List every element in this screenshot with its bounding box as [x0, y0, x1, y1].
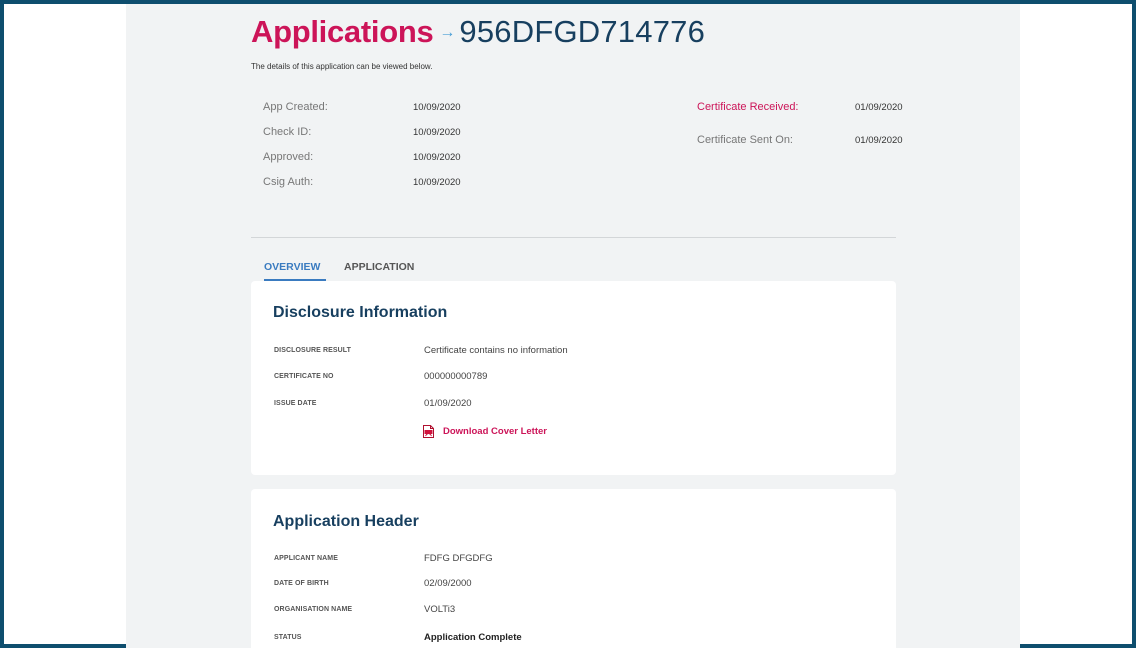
field-label: CERTIFICATE NO — [274, 373, 334, 380]
field-label: DISCLOSURE RESULT — [274, 347, 352, 354]
meta-value: 10/09/2020 — [413, 177, 461, 188]
field-label: APPLICANT NAME — [274, 555, 339, 562]
tab-overview[interactable]: OVERVIEW — [264, 261, 326, 281]
meta-value: 10/09/2020 — [413, 127, 461, 138]
download-cover-letter-label[interactable]: Download Cover Letter — [443, 426, 547, 437]
meta-value: 10/09/2020 — [413, 102, 461, 113]
status-value: Application Complete — [424, 632, 522, 643]
meta-value: 10/09/2020 — [413, 152, 461, 163]
meta-label: Check ID: — [263, 126, 312, 138]
tab-application[interactable]: APPLICATION — [344, 261, 414, 281]
meta-label: Csig Auth: — [263, 176, 314, 188]
disclosure-card-title: Disclosure Information — [273, 304, 448, 321]
meta-label-highlight: Certificate Received: — [697, 101, 799, 113]
field-label: ISSUE DATE — [274, 400, 317, 407]
meta-label: Certificate Sent On: — [697, 134, 793, 146]
window-frame: Applications → 956DFGD714776 The details o… — [0, 0, 1136, 648]
page-container: Applications → 956DFGD714776 The details o… — [126, 4, 1020, 648]
field-certificate-no: CERTIFICATE NO 000000000789 — [274, 371, 874, 385]
field-applicant-name: APPLICANT NAME FDFG DFGDFG — [274, 553, 874, 567]
arrow-right-icon: → — [439, 24, 456, 41]
page-title: Applications → 956DFGD714776 — [251, 14, 705, 50]
field-value: VOLTi3 — [424, 604, 456, 615]
field-label: DATE OF BIRTH — [274, 580, 329, 587]
application-id: 956DFGD714776 — [459, 14, 706, 49]
field-value: FDFG DFGDFG — [424, 553, 493, 564]
meta-label: App Created: — [263, 101, 328, 113]
field-value: Certificate contains no information — [424, 345, 568, 356]
field-issue-date: ISSUE DATE 01/09/2020 — [274, 398, 874, 412]
field-value: 000000000789 — [424, 371, 488, 382]
field-status: STATUS Application Complete — [274, 632, 874, 646]
breadcrumb-applications[interactable]: Applications — [251, 14, 434, 49]
field-disclosure-result: DISCLOSURE RESULT Certificate contains n… — [274, 345, 874, 359]
field-organisation-name: ORGANISATION NAME VOLTi3 — [274, 604, 874, 618]
field-date-of-birth: DATE OF BIRTH 02/09/2000 — [274, 578, 874, 592]
field-label: STATUS — [274, 634, 302, 641]
meta-value: 01/09/2020 — [855, 102, 903, 113]
field-value: 01/09/2020 — [424, 398, 472, 409]
field-value: 02/09/2000 — [424, 578, 472, 589]
meta-value: 01/09/2020 — [855, 135, 903, 146]
page-subtitle: The details of this application can be v… — [251, 62, 433, 71]
disclosure-card: Disclosure Information DISCLOSURE RESULT… — [251, 281, 896, 475]
pdf-file-icon — [423, 425, 434, 438]
application-header-card: Application Header APPLICANT NAME FDFG D… — [251, 489, 896, 648]
field-label: ORGANISATION NAME — [274, 606, 353, 613]
meta-label: Approved: — [263, 151, 314, 163]
application-header-title: Application Header — [273, 513, 419, 530]
section-divider — [251, 237, 896, 238]
